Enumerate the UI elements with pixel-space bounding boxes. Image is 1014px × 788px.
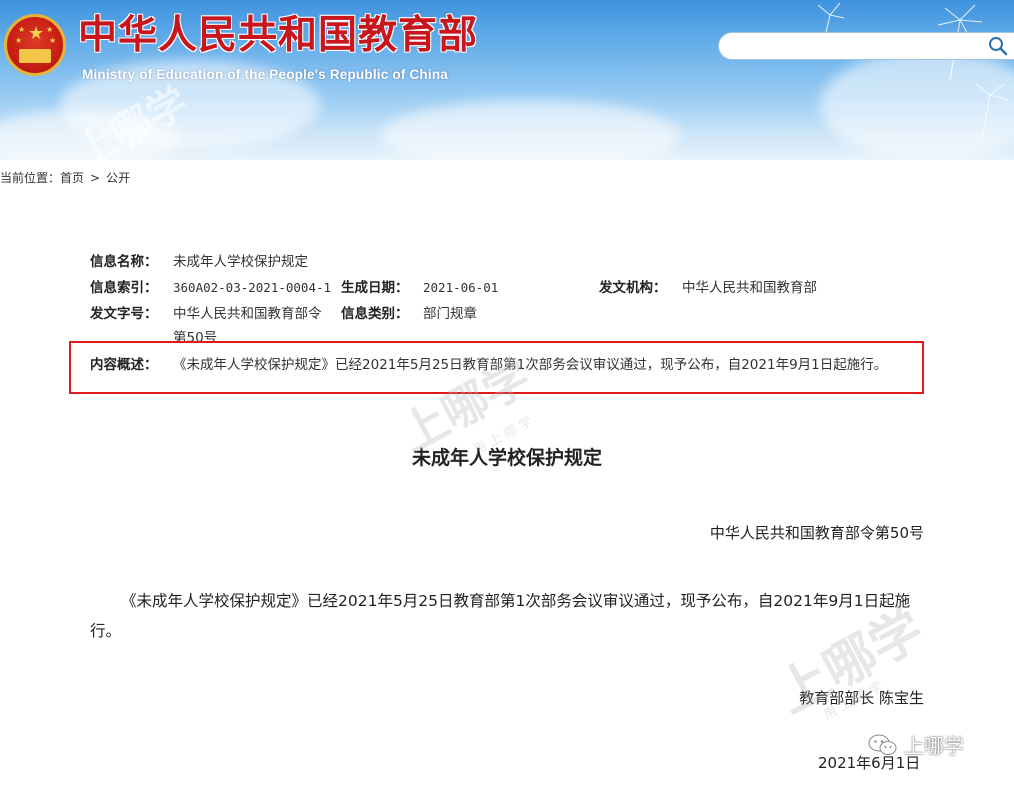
gen-date-label: 生成日期： <box>341 280 409 296</box>
wechat-account-name: 上哪学 <box>904 734 964 758</box>
gen-date-value: 2021-06-01 <box>423 280 499 295</box>
info-index-value: 360A02-03-2021-0004-1 <box>173 280 332 295</box>
signer: 教育部部长 陈宝生 <box>799 689 924 707</box>
info-category-label: 信息类别： <box>341 306 409 322</box>
issuing-org-label: 发文机构： <box>599 280 667 296</box>
document-body: 《未成年人学校保护规定》已经2021年5月25日教育部第1次部务会议审议通过，现… <box>90 592 911 640</box>
tiananmen-shape <box>19 49 51 63</box>
document-title: 未成年人学校保护规定 <box>411 447 602 469</box>
national-emblem-icon: ★ ★ ★ ★ ★ <box>4 14 66 76</box>
info-index-label: 信息索引： <box>90 280 158 296</box>
info-category-value: 部门规章 <box>423 306 477 322</box>
breadcrumb-separator: > <box>90 170 101 185</box>
info-name-value: 未成年人学校保护规定 <box>173 254 308 270</box>
issuing-org-value: 中华人民共和国教育部 <box>682 280 817 296</box>
breadcrumb: 当前位置：首页 > 公开 <box>0 169 130 186</box>
wechat-account-badge: 上哪学 <box>868 730 964 759</box>
breadcrumb-prefix: 当前位置： <box>0 171 61 185</box>
summary-highlight-box <box>69 341 924 394</box>
cloud-decoration <box>380 100 680 160</box>
site-title: 中华人民共和国教育部 <box>78 13 479 58</box>
site-header: ★ ★ ★ ★ ★ 中华人民共和国教育部 Ministry of Educati… <box>0 0 1014 160</box>
order-number: 中华人民共和国教育部令第50号 <box>709 524 924 542</box>
breadcrumb-home-link[interactable]: 首页 <box>60 171 84 185</box>
search-input[interactable] <box>718 32 1014 60</box>
search-icon[interactable] <box>986 34 1010 58</box>
doc-number-label: 发文字号： <box>90 306 158 322</box>
info-name-label: 信息名称： <box>90 254 158 270</box>
site-subtitle: Ministry of Education of the People's Re… <box>82 67 448 82</box>
breadcrumb-public-link[interactable]: 公开 <box>106 171 130 185</box>
doc-number-value-line1: 中华人民共和国教育部令 <box>173 306 322 322</box>
dandelion-decoration <box>817 2 1009 141</box>
wechat-icon <box>868 734 897 755</box>
